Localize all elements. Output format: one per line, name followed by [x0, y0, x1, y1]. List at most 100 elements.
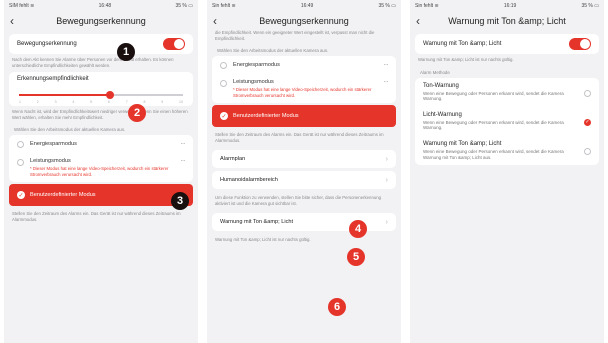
chevron-right-icon: ›: [385, 218, 388, 226]
sensitivity-description: Wenn Nacht ist, wird der Empfindlichkeit…: [12, 109, 188, 120]
nav-bar: ‹ Bewegungserkennung: [4, 12, 198, 30]
annotation-badge-5: 5: [347, 248, 365, 266]
slider-tick-label: 6: [107, 100, 110, 105]
custom-mode-option[interactable]: ✓ Benutzerdefinierter Modus: [212, 105, 396, 127]
page-title: Bewegungserkennung: [259, 16, 349, 26]
nav-bar: ‹ Warnung mit Ton &amp; Licht: [410, 12, 604, 30]
performance-note: * Dieser Modus hat eine lange Video-Spei…: [233, 87, 372, 98]
more-dots-icon[interactable]: ···: [384, 62, 389, 68]
humanoid-description: Um diese Funktion zu verwenden, stellen …: [215, 195, 382, 206]
more-dots-icon[interactable]: ···: [181, 158, 186, 164]
mode-section-label: Wählen Sie den Arbeitsmodus der aktuelle…: [14, 127, 126, 133]
sensitivity-card: Erkennungsempfindlichkeit 1 2 3 4 5 6 7 8 9 10: [9, 72, 193, 107]
phone-screen-motion-detection: SIM fehlt ≋ 16:48 35 % ▭ ‹ Bewegungserke…: [4, 0, 198, 343]
sound-light-warning-label: Warnung mit Ton &amp; Licht: [220, 219, 294, 226]
mode-card: Energiesparmodus ··· Leistungsmodus * Di…: [9, 135, 193, 183]
carrier-text: Sin fehlt ≋: [415, 3, 439, 9]
period-description: Stellen Sie den Zeitraum des Alarms ein.…: [12, 211, 181, 222]
motion-detection-label: Bewegungserkennung: [17, 41, 77, 47]
slider-tick-label: 4: [72, 100, 75, 105]
option-sound-light-warning[interactable]: Warnung mit Ton &amp; Licht Wenn eine Be…: [415, 136, 599, 165]
slider-thumb[interactable]: [106, 90, 115, 99]
slider-tick-label: 3: [54, 100, 57, 105]
slider-tick-label: 9: [161, 100, 164, 105]
alarm-plan-row[interactable]: Alarmplan ›: [212, 150, 396, 169]
more-dots-icon[interactable]: ···: [384, 79, 389, 85]
warning-toggle-card: Warnung mit Ton &amp; Licht: [415, 34, 599, 54]
battery-text: 35 % ▭: [581, 3, 599, 9]
chevron-right-icon: ›: [385, 155, 388, 163]
phone-screen-sound-light-warning: Sin fehlt ≋ 16:19 35 % ▭ ‹ Warnung mit T…: [410, 0, 604, 343]
period-description: Stellen Sie den Zeitraum des Alarms ein.…: [215, 132, 384, 143]
status-bar: Sin fehlt ≋ 16:19 35 % ▭: [410, 0, 604, 12]
radio-unchecked[interactable]: [584, 147, 591, 155]
status-bar: SIM fehlt ≋ 16:48 35 % ▭: [4, 0, 198, 12]
slider-tick-label: 10: [179, 100, 183, 105]
option-title: Licht-Warnung: [423, 111, 462, 118]
warning-description: Warnung mit Ton &amp; Licht ist nur nach…: [215, 237, 311, 243]
slider-tick-label: 7: [125, 100, 128, 105]
custom-mode-option[interactable]: ✓ Benutzerdefinierter Modus: [9, 184, 193, 207]
warning-toggle-description: Warnung mit Ton &amp; Licht ist nur nach…: [418, 57, 514, 62]
battery-text: 35 % ▭: [175, 3, 193, 9]
radio-unchecked[interactable]: [17, 141, 24, 149]
radio-unchecked[interactable]: [220, 80, 227, 88]
battery-text: 35 % ▭: [378, 3, 396, 9]
option-description: Wenn eine Bewegung oder Personen erkannt…: [423, 90, 564, 102]
carrier-text: Sin fehlt ≋: [212, 3, 236, 9]
more-dots-icon[interactable]: ···: [181, 141, 186, 147]
slider-tick-label: 5: [90, 100, 93, 105]
energy-saving-option[interactable]: Energiesparmodus ···: [212, 56, 396, 74]
annotation-badge-1: 1: [117, 43, 135, 61]
performance-label: Leistungsmodus: [30, 158, 71, 165]
chevron-right-icon: ›: [385, 176, 388, 184]
status-bar: Sin fehlt ≋ 16:49 35 % ▭: [207, 0, 401, 12]
humanoid-area-row[interactable]: Humanoidalarmbereich ›: [212, 171, 396, 190]
warning-toggle[interactable]: [569, 38, 591, 50]
option-sound-warning[interactable]: Ton-Warnung Wenn eine Bewegung oder Pers…: [415, 78, 599, 107]
phone-screen-motion-detection-scrolled: Sin fehlt ≋ 16:49 35 % ▭ ‹ Bewegungserke…: [207, 0, 401, 343]
humanoid-area-label: Humanoidalarmbereich: [220, 177, 278, 184]
performance-option[interactable]: Leistungsmodus * Dieser Modus hat eine l…: [212, 74, 396, 103]
chevron-left-icon[interactable]: ‹: [416, 14, 420, 28]
custom-mode-label: Benutzerdefinierter Modus: [233, 113, 299, 119]
motion-toggle-card: Bewegungserkennung: [9, 34, 193, 54]
chevron-left-icon[interactable]: ‹: [10, 14, 14, 28]
energy-saving-label: Energiesparmodus: [233, 62, 280, 69]
check-icon: ✓: [17, 191, 25, 200]
option-title: Warnung mit Ton &amp; Licht: [423, 140, 502, 147]
performance-note: * Dieser Modus hat eine lange Video-Spei…: [30, 166, 169, 177]
slider-tick-label: 2: [36, 100, 39, 105]
radio-unchecked[interactable]: [17, 159, 24, 167]
annotation-badge-4: 4: [349, 220, 367, 238]
mode-card: Energiesparmodus ··· Leistungsmodus * Di…: [212, 56, 396, 103]
radio-unchecked[interactable]: [220, 62, 227, 70]
custom-mode-label: Benutzerdefinierter Modus: [30, 192, 96, 199]
motion-detection-toggle[interactable]: [163, 38, 185, 50]
annotation-badge-2: 2: [128, 104, 146, 122]
option-description: Wenn eine Bewegung oder Personen erkannt…: [423, 119, 564, 131]
alarm-plan-label: Alarmplan: [220, 156, 246, 163]
nav-bar: ‹ Bewegungserkennung: [207, 12, 401, 30]
clock: 16:19: [503, 3, 517, 9]
carrier-text: SIM fehlt ≋: [9, 3, 35, 9]
warning-toggle-label: Warnung mit Ton &amp; Licht: [423, 41, 502, 47]
sensitivity-slider[interactable]: 1 2 3 4 5 6 7 8 9 10: [19, 86, 183, 106]
option-light-warning[interactable]: Licht-Warnung Wenn eine Bewegung oder Pe…: [415, 107, 599, 136]
chevron-left-icon[interactable]: ‹: [213, 14, 217, 28]
sensitivity-description: die Empfindlichkeit. Wenn ein geeigneter…: [215, 30, 375, 41]
energy-saving-option[interactable]: Energiesparmodus ···: [9, 135, 193, 153]
option-description: Wenn eine Bewegung oder Personen erkannt…: [423, 148, 564, 160]
mode-section-label: Wählen Sie den Arbeitsmodus der aktuelle…: [217, 48, 329, 54]
slider-tick-label: 1: [19, 100, 21, 105]
slider-tick-label: 8: [143, 100, 146, 105]
check-icon[interactable]: ✓: [584, 118, 591, 126]
sound-light-warning-row[interactable]: Warnung mit Ton &amp; Licht ›: [212, 213, 396, 232]
energy-saving-label: Energiesparmodus: [30, 141, 77, 148]
annotation-badge-3: 3: [171, 192, 189, 210]
radio-unchecked[interactable]: [584, 89, 591, 97]
method-card: Ton-Warnung Wenn eine Bewegung oder Pers…: [415, 77, 599, 166]
performance-option[interactable]: Leistungsmodus * Dieser Modus hat eine l…: [9, 153, 193, 182]
check-icon: ✓: [220, 112, 228, 120]
annotation-badge-6: 6: [328, 298, 346, 316]
